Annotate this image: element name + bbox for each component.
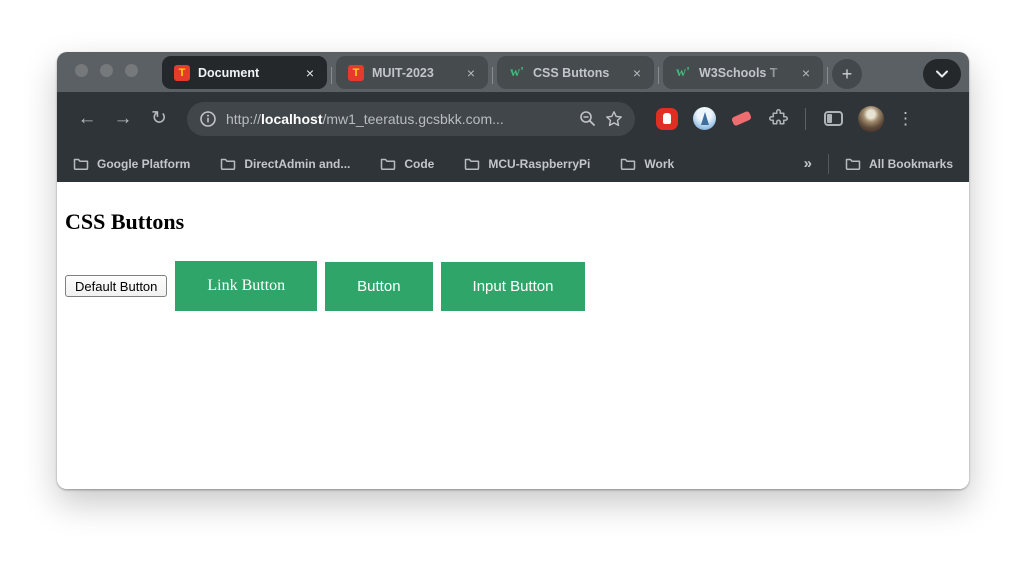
bookmarks-divider (828, 154, 829, 174)
toolbar: ← → ↻ http://localhost/mw1_teeratus.gcsb… (57, 92, 969, 145)
extensions-area: ⋮ (655, 106, 913, 132)
tab-w3schools[interactable]: w' W3Schools T × (663, 56, 823, 89)
adblock-extension-icon[interactable] (655, 107, 679, 131)
close-tab-icon[interactable]: × (799, 65, 813, 81)
document-favicon-icon: T (174, 65, 190, 81)
page-title: CSS Buttons (65, 209, 961, 235)
tab-title: CSS Buttons (533, 66, 622, 80)
bookmarks-right-group: » All Bookmarks (804, 154, 953, 174)
close-tab-icon[interactable]: × (303, 65, 317, 81)
window-controls (75, 64, 138, 77)
bookmark-mcu-raspberrypi[interactable]: MCU-RaspberryPi (464, 157, 590, 171)
tab-separator (827, 67, 828, 84)
url-text: http://localhost/mw1_teeratus.gcsbkk.com… (226, 111, 570, 127)
folder-icon (464, 157, 480, 170)
tab-separator (492, 67, 493, 84)
link-button[interactable]: Link Button (175, 261, 317, 311)
folder-icon (845, 157, 861, 170)
tab-title: Document (198, 66, 295, 80)
button-row: Default Button Link Button Button (65, 261, 961, 311)
address-bar[interactable]: http://localhost/mw1_teeratus.gcsbkk.com… (187, 102, 635, 136)
toolbar-divider (805, 108, 806, 130)
folder-icon (620, 157, 636, 170)
site-info-icon[interactable] (199, 110, 217, 128)
zoom-out-icon[interactable] (579, 110, 596, 127)
bookmark-google-platform[interactable]: Google Platform (73, 157, 190, 171)
folder-icon (73, 157, 89, 170)
reload-button[interactable]: ↻ (145, 105, 173, 133)
tab-strip: T Document × T MUIT-2023 × w' CSS Button… (57, 52, 969, 92)
muit-favicon-icon: T (348, 65, 364, 81)
tab-title: MUIT-2023 (372, 66, 456, 80)
bookmarks-bar: Google Platform DirectAdmin and... Code … (57, 145, 969, 182)
bookmark-code[interactable]: Code (380, 157, 434, 171)
all-bookmarks-button[interactable]: All Bookmarks (845, 157, 953, 171)
bookmarks-overflow-chevron[interactable]: » (804, 155, 812, 172)
new-tab-button[interactable]: + (832, 59, 862, 89)
folder-icon (220, 157, 236, 170)
close-tab-icon[interactable]: × (464, 65, 478, 81)
w3schools-favicon-icon: w' (675, 65, 691, 81)
page-content: CSS Buttons Default Button Link Button B… (57, 182, 969, 489)
w3schools-favicon-icon: w' (509, 65, 525, 81)
blue-extension-icon[interactable] (692, 107, 716, 131)
tab-css-buttons[interactable]: w' CSS Buttons × (497, 56, 654, 89)
zoom-window-icon[interactable] (125, 64, 138, 77)
close-window-icon[interactable] (75, 64, 88, 77)
tab-separator (331, 67, 332, 84)
bookmark-work[interactable]: Work (620, 157, 674, 171)
forward-button[interactable]: → (109, 105, 137, 133)
close-tab-icon[interactable]: × (630, 65, 644, 81)
extensions-puzzle-icon[interactable] (766, 107, 790, 131)
default-button[interactable]: Default Button (65, 275, 167, 297)
tab-document[interactable]: T Document × (162, 56, 327, 89)
tab-title: W3Schools T (699, 66, 791, 80)
tab-muit-2023[interactable]: T MUIT-2023 × (336, 56, 488, 89)
input-button[interactable] (441, 262, 586, 311)
folder-icon (380, 157, 396, 170)
tab-separator (658, 67, 659, 84)
chevron-down-icon (936, 70, 948, 78)
eraser-extension-icon[interactable] (729, 107, 753, 131)
tab-search-button[interactable] (923, 59, 961, 89)
profile-avatar[interactable] (858, 106, 884, 132)
bookmark-star-icon[interactable] (605, 110, 623, 128)
bookmark-directadmin[interactable]: DirectAdmin and... (220, 157, 350, 171)
browser-menu-icon[interactable]: ⋮ (897, 109, 913, 129)
styled-button[interactable]: Button (325, 262, 432, 311)
side-panel-icon[interactable] (821, 107, 845, 131)
browser-window: T Document × T MUIT-2023 × w' CSS Button… (57, 52, 969, 489)
plus-icon: + (842, 64, 853, 85)
back-button[interactable]: ← (73, 105, 101, 133)
minimize-window-icon[interactable] (100, 64, 113, 77)
